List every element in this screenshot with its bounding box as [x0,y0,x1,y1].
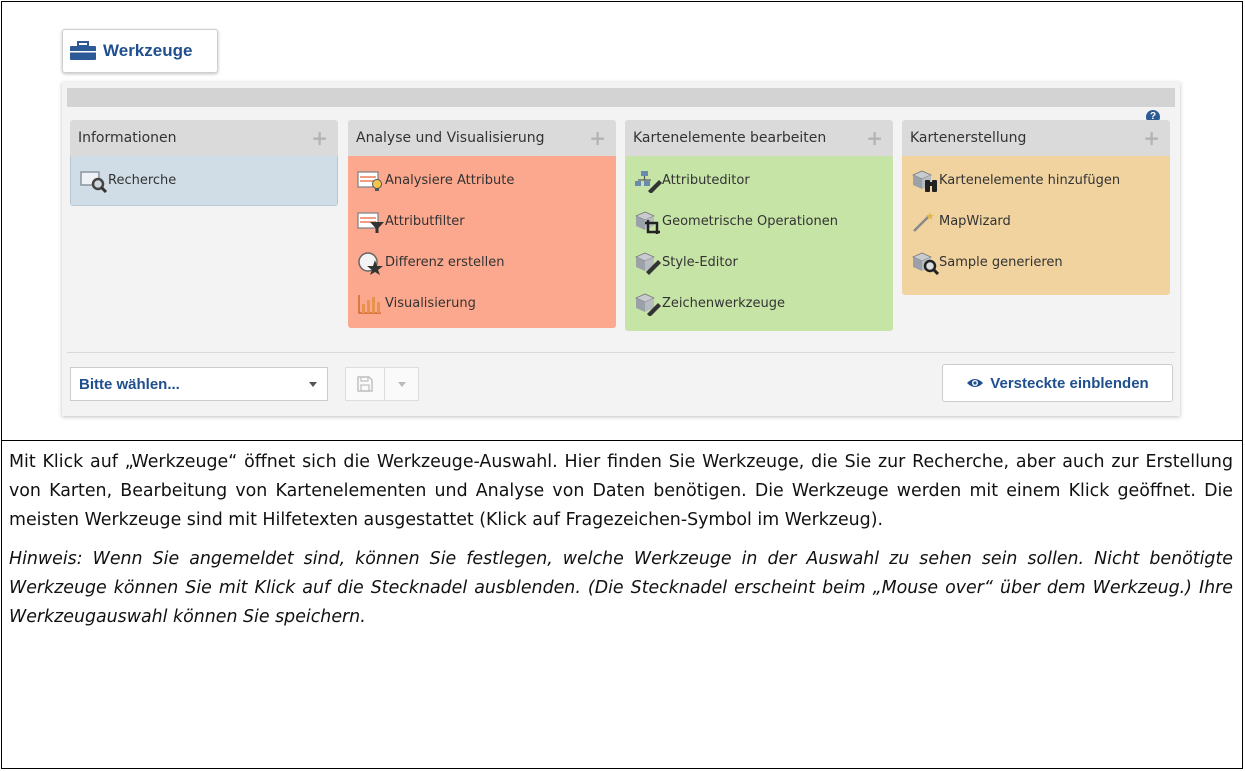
plus-icon[interactable]: + [1143,128,1160,148]
tool-label: Zeichenwerkzeuge [662,296,785,311]
cube-brush-icon [635,252,661,275]
tool-attributeditor[interactable]: Attributeditor [625,160,893,201]
group-body: Attributeditor Geometrische Operationen [625,156,893,331]
group-body: Analysiere Attribute Attributfilter Diff… [348,156,616,328]
tool-geometrische-operationen[interactable]: Geometrische Operationen [625,201,893,242]
cube-magnifier-icon [912,252,939,275]
cube-crop-icon [635,211,660,234]
bar-chart-icon [358,294,381,314]
tool-mapwizard[interactable]: MapWizard [902,201,1170,242]
plus-icon[interactable]: + [311,128,328,148]
tool-zeichenwerkzeuge[interactable]: Zeichenwerkzeuge [625,283,893,324]
panel-topbar [67,88,1175,107]
group-title: Kartenerstellung [910,130,1027,146]
group-body: Kartenelemente hinzufügen MapWizard Samp… [902,156,1170,295]
screenshot-area: Werkzeuge ? Informationen + Recherche An… [0,0,1240,437]
toolbox-icon [70,41,96,60]
tool-label: Recherche [108,173,177,188]
tool-analysiere-attribute[interactable]: Analysiere Attribute [348,160,616,201]
save-split-button [345,367,427,401]
group-title: Informationen [78,130,177,146]
save-dropdown-button[interactable] [385,367,419,401]
select-value: Bitte wählen... [79,375,180,393]
group-header: Informationen + [70,120,338,156]
tool-visualisierung[interactable]: Visualisierung [348,283,616,324]
tools-button-label: Werkzeuge [103,41,193,60]
magic-wand-icon [913,211,934,232]
group-title: Analyse und Visualisierung [356,130,545,146]
group-body: Recherche [70,156,338,206]
cube-pencil-icon [635,293,661,316]
floppy-disk-icon [357,376,373,392]
chevron-down-icon [397,381,406,387]
group-header: Kartenerstellung + [902,120,1170,156]
show-hidden-button[interactable]: Versteckte einblenden [942,364,1173,402]
tool-differenz-erstellen[interactable]: Differenz erstellen [348,242,616,283]
tool-label: Analysiere Attribute [385,173,515,188]
panel-divider [67,352,1175,353]
tool-label: Differenz erstellen [385,255,505,270]
group-title: Kartenelemente bearbeiten [633,130,827,146]
eye-icon [967,379,984,387]
tool-recherche[interactable]: Recherche [71,160,337,201]
chevron-down-icon [309,381,317,387]
tool-label: Geometrische Operationen [662,214,838,229]
tool-label: Kartenelemente hinzufügen [939,173,1121,188]
circle-star-icon [358,251,383,275]
cube-binoculars-icon [912,170,937,192]
tool-sample-generieren[interactable]: Sample generieren [902,242,1170,283]
group-informationen: Informationen + Recherche [70,120,338,206]
tool-kartenelemente-hinzufuegen[interactable]: Kartenelemente hinzufügen [902,160,1170,201]
hierarchy-pencil-icon [635,170,662,193]
paragraph-description: Mit Klick auf „Werkzeuge“ öffnet sich di… [9,452,1233,530]
tool-set-select[interactable]: Bitte wählen... [70,367,328,401]
tools-panel: ? Informationen + Recherche Analyse und … [62,82,1180,416]
tool-attributfilter[interactable]: Attributfilter [348,201,616,242]
group-header: Kartenelemente bearbeiten + [625,120,893,156]
tool-label: MapWizard [939,214,1011,229]
document-text: Mit Klick auf „Werkzeuge“ öffnet sich di… [9,448,1233,632]
save-button[interactable] [345,367,385,401]
tool-style-editor[interactable]: Style-Editor [625,242,893,283]
show-hidden-label: Versteckte einblenden [990,374,1149,392]
magnifier-monitor-icon [80,170,108,193]
group-kartenelemente-bearbeiten: Kartenelemente bearbeiten + Attributedit… [625,120,893,331]
group-kartenerstellung: Kartenerstellung + Kartenelemente hinzuf… [902,120,1170,295]
tool-label: Attributeditor [662,173,750,188]
group-analyse: Analyse und Visualisierung + Analysiere … [348,120,616,328]
plus-icon[interactable]: + [866,128,883,148]
tool-label: Attributfilter [385,214,465,229]
plus-icon[interactable]: + [589,128,606,148]
tool-label: Visualisierung [385,296,476,311]
table-bulb-icon [357,170,382,191]
tool-label: Style-Editor [662,255,738,270]
paragraph-hint: Hinweis: Wenn Sie angemeldet sind, könne… [9,549,1233,627]
group-header: Analyse und Visualisierung + [348,120,616,156]
tools-button[interactable]: Werkzeuge [62,29,218,73]
tool-label: Sample generieren [939,255,1063,270]
frame-divider [2,440,1242,441]
table-filter-icon [357,211,384,233]
